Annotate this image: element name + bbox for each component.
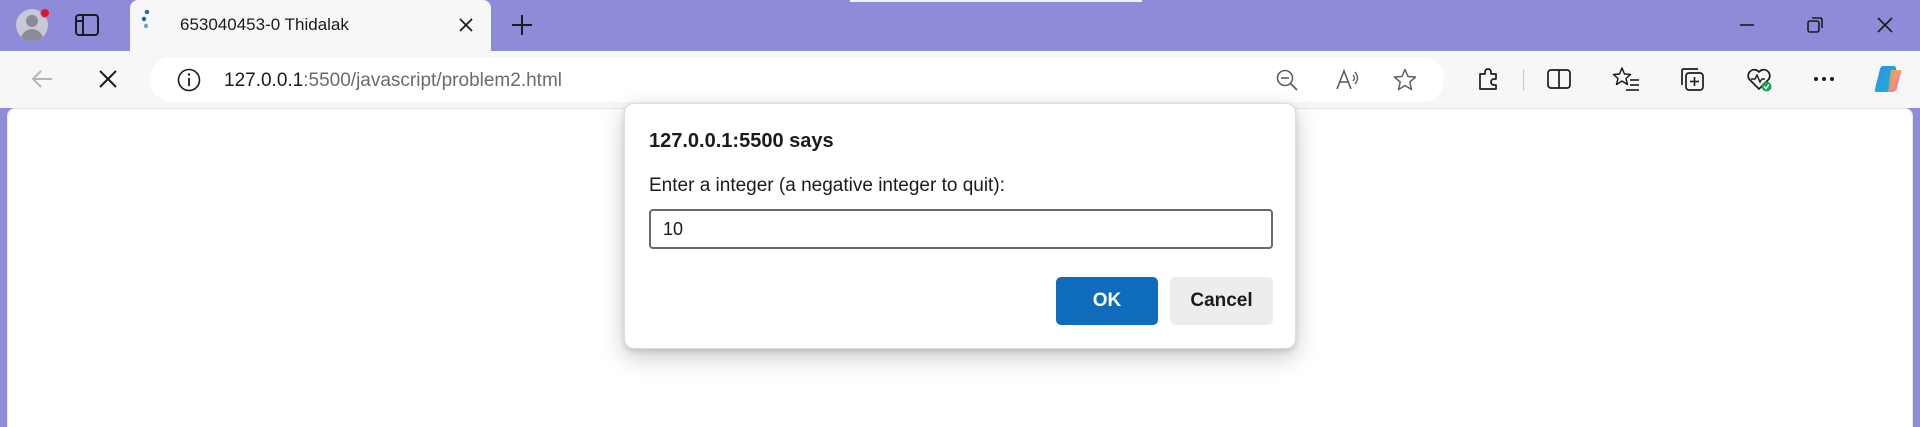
close-window-icon[interactable] [1873,13,1897,37]
back-arrow-icon[interactable] [28,65,56,93]
window-drag-strip [850,0,1142,2]
url-text: 127.0.0.1:5500/javascript/problem2.html [224,70,562,92]
tab-actions-icon[interactable] [74,13,100,37]
prompt-dialog: 127.0.0.1:5500 says Enter a integer (a n… [624,103,1296,349]
address-bar[interactable]: 127.0.0.1:5500/javascript/problem2.html [150,57,1444,102]
stop-icon[interactable] [94,65,122,93]
cancel-button[interactable]: Cancel [1170,277,1273,325]
minimize-icon[interactable] [1735,13,1759,37]
star-icon[interactable] [1392,67,1418,93]
restore-icon[interactable] [1803,13,1827,37]
dialog-message: Enter a integer (a negative integer to q… [649,175,1005,196]
tab-active[interactable]: 653040453-0 Thidalak [130,0,491,51]
notification-dot [40,8,50,18]
favorites-icon[interactable] [1612,65,1640,93]
url-path: :5500/javascript/problem2.html [303,70,562,91]
read-aloud-icon[interactable] [1334,67,1360,93]
title-bar: 653040453-0 Thidalak [0,0,1920,51]
tab-title: 653040453-0 Thidalak [180,15,349,34]
close-tab-icon[interactable] [455,14,477,36]
url-host: 127.0.0.1 [224,70,304,91]
info-icon[interactable] [176,67,202,93]
toolbar-divider [1523,69,1524,91]
new-tab-plus-icon[interactable] [510,13,534,37]
heart-pulse-icon[interactable] [1745,65,1773,93]
ok-button[interactable]: OK [1056,277,1158,325]
split-screen-icon[interactable] [1545,65,1573,93]
zoom-out-icon[interactable] [1274,67,1300,93]
puzzle-icon[interactable] [1474,65,1502,93]
prompt-input[interactable] [649,209,1273,249]
browser-toolbar: 127.0.0.1:5500/javascript/problem2.html [0,51,1920,108]
copilot-icon[interactable] [1871,62,1905,96]
loading-favicon [138,8,156,30]
ellipsis-icon[interactable] [1810,65,1838,93]
collections-icon[interactable] [1678,65,1706,93]
dialog-title: 127.0.0.1:5500 says [649,130,834,152]
